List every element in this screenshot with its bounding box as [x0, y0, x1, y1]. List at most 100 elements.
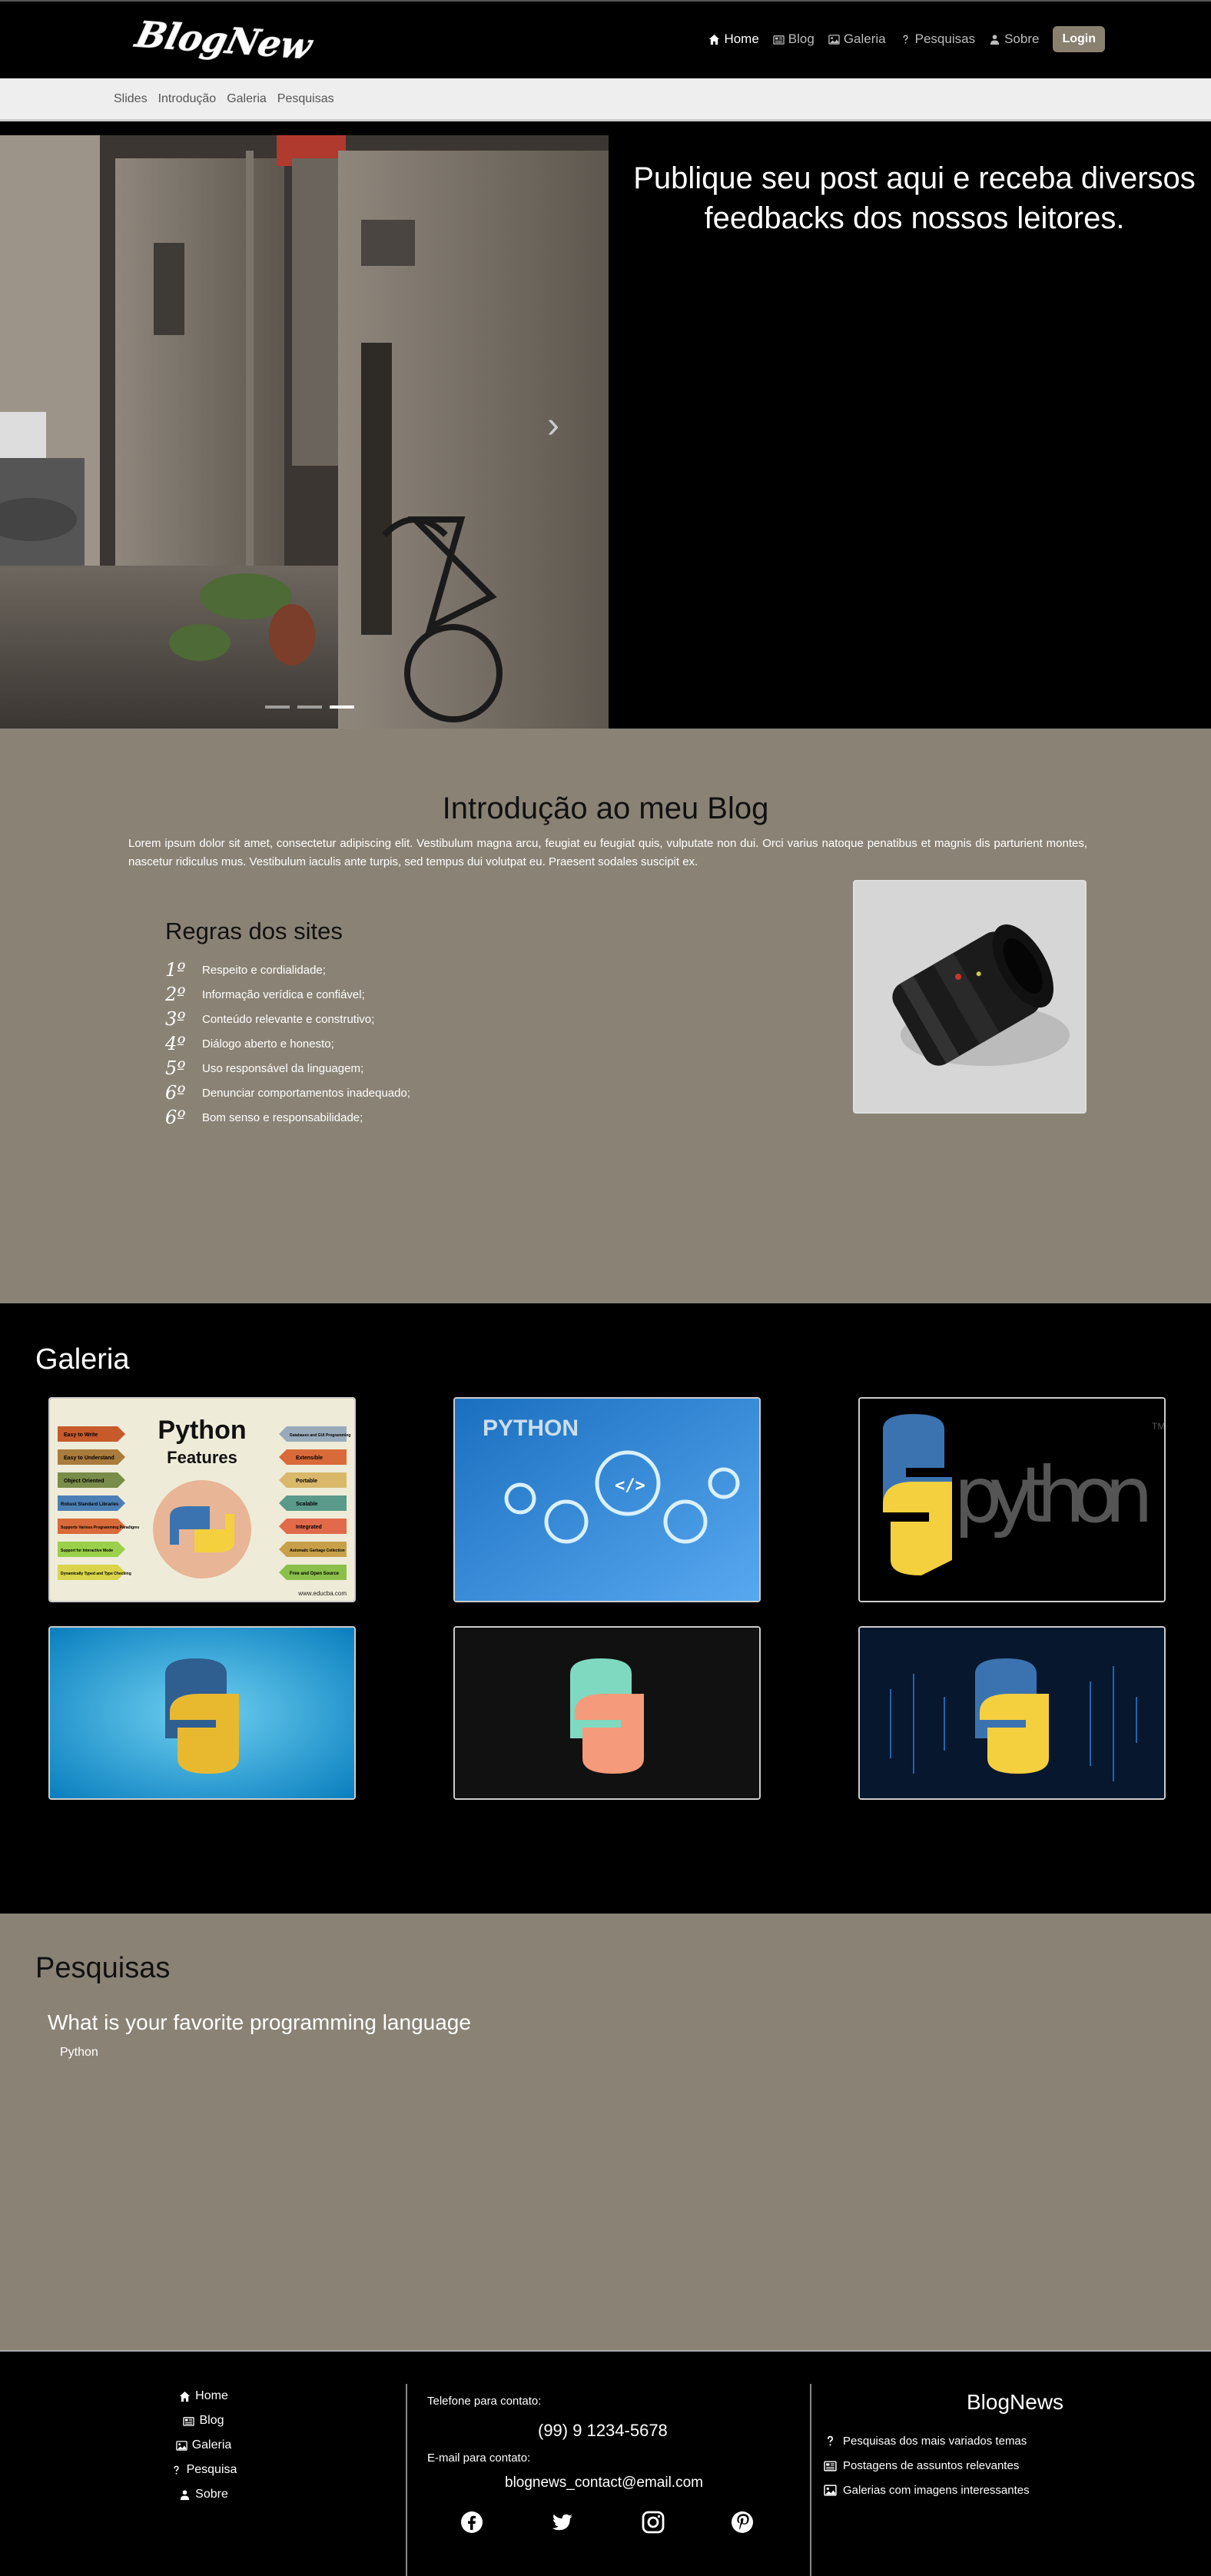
house-icon — [708, 34, 720, 45]
gallery-image-python-tech[interactable]: PYTHON </> — [453, 1397, 761, 1602]
gallery-image-python-digital[interactable] — [858, 1626, 1166, 1800]
footer-nav-label: Sobre — [195, 2488, 228, 2501]
rule-number: 1º — [165, 959, 186, 981]
feature-tag-left: Support for Interactive Mode — [61, 1549, 113, 1553]
logo-text: BlogNew — [132, 15, 318, 66]
feature-tag-right: Portable — [296, 1479, 317, 1484]
blognew-logo[interactable]: BlogNew — [132, 15, 324, 66]
nav-home[interactable]: Home — [708, 32, 759, 47]
question-icon — [824, 2435, 837, 2448]
rule-text: Conteúdo relevante e construtivo; — [202, 1012, 375, 1026]
footer-nav-sobre[interactable]: Sobre — [161, 2482, 246, 2507]
feature-tag-left: Dynamically Typed and Type Checking — [61, 1572, 131, 1576]
email-address[interactable]: blognews_contact@email.com — [505, 2475, 703, 2491]
footer-nav-home[interactable]: Home — [161, 2384, 246, 2408]
rule-item: 3º Conteúdo relevante e construtivo; — [165, 1007, 410, 1031]
footer-nav-label: Blog — [199, 2414, 224, 2427]
rule-text: Bom senso e responsabilidade; — [202, 1110, 363, 1124]
nav-sobre[interactable]: Sobre — [989, 32, 1039, 47]
person-icon — [179, 2489, 191, 2501]
footer-features: Pesquisas dos mais variados temas Postag… — [824, 2428, 1030, 2502]
facebook-icon[interactable] — [460, 2510, 484, 2535]
feature-tag-left: Robust Standard Libraries — [61, 1502, 119, 1507]
subnav-galeria[interactable]: Galeria — [227, 92, 267, 106]
phone-label: Telefone para contato: — [427, 2395, 542, 2408]
python-features-title: Python — [158, 1416, 246, 1445]
rules-title: Regras dos sites — [165, 918, 343, 944]
person-icon — [989, 34, 1000, 45]
carousel-indicator-2[interactable] — [297, 705, 322, 709]
rule-number: 5º — [165, 1057, 186, 1079]
intro-section: Introdução ao meu Blog Lorem ipsum dolor… — [0, 729, 1211, 1303]
trademark-mark: TM — [1152, 1421, 1164, 1432]
rule-item: 6º Bom senso e responsabilidade; — [165, 1105, 410, 1130]
twitter-icon[interactable] — [550, 2510, 575, 2535]
feature-tag-right: Databases and GUI Programming — [290, 1433, 350, 1438]
nav-home-label: Home — [724, 32, 759, 46]
rules-list: 1º Respeito e cordialidade; 2º Informação … — [165, 958, 410, 1130]
python-features-subtitle: Features — [167, 1448, 237, 1467]
footer-divider — [406, 2384, 407, 2576]
survey-option[interactable]: Python — [60, 2046, 98, 2060]
footer-nav-label: Home — [195, 2389, 228, 2402]
pinterest-icon[interactable] — [730, 2510, 755, 2535]
nav-blog[interactable]: Blog — [773, 32, 815, 47]
rule-number: 6º — [165, 1107, 186, 1128]
carousel-next-arrow[interactable]: › — [547, 404, 559, 446]
footer-nav-blog[interactable]: Blog — [161, 2408, 246, 2433]
carousel-indicators — [265, 705, 354, 709]
subnav-slides[interactable]: Slides — [114, 92, 148, 106]
house-icon — [179, 2391, 191, 2402]
rule-number: 3º — [165, 1008, 186, 1030]
nav-blog-label: Blog — [788, 32, 815, 46]
carousel-indicator-3[interactable] — [330, 705, 354, 709]
rule-text: Informação verídica e confiável; — [202, 988, 365, 1001]
rule-text: Diálogo aberto e honesto; — [202, 1037, 334, 1051]
question-icon — [171, 2465, 182, 2476]
python-wordmark: python — [954, 1450, 1153, 1540]
nav-sobre-label: Sobre — [1004, 32, 1040, 46]
carousel-indicator-1[interactable] — [265, 705, 290, 709]
feature-tag-right: Scalable — [296, 1502, 318, 1507]
rule-item: 4º Diálogo aberto e honesto; — [165, 1031, 410, 1056]
rule-number: 2º — [165, 984, 186, 1005]
rule-text: Uso responsável da linguagem; — [202, 1061, 364, 1075]
login-button[interactable]: Login — [1053, 26, 1105, 52]
gallery-image-python-blue[interactable] — [48, 1626, 356, 1800]
gallery-image-python-features[interactable]: Python Features Easy to Write Easy to Un… — [48, 1397, 356, 1602]
hero-carousel: Publique seu post aqui e receba diversos… — [0, 135, 1211, 742]
gallery-image-python-pastel[interactable] — [453, 1626, 761, 1800]
newspaper-icon — [824, 2459, 837, 2472]
footer-nav-pesquisa[interactable]: Pesquisa — [161, 2458, 246, 2482]
feature-tag-left: Supports Various Programming Paradigms — [61, 1525, 139, 1530]
subnav-introducao[interactable]: Introdução — [158, 92, 217, 106]
footer-nav: Home Blog Galeria Pesquisa Sobre — [161, 2384, 246, 2507]
feature-label: Postagens de assuntos relevantes — [843, 2458, 1020, 2472]
gallery-image-python-wordmark[interactable]: python TM — [858, 1397, 1166, 1602]
image-icon — [176, 2440, 187, 2452]
feature-tag-left: Easy to Write — [64, 1432, 98, 1438]
image-icon — [824, 2484, 837, 2497]
nav-galeria-label: Galeria — [843, 32, 886, 46]
footer-nav-label: Galeria — [191, 2438, 232, 2452]
intro-text: Lorem ipsum dolor sit amet, consectetur … — [128, 837, 1087, 868]
survey-section: Pesquisas What is your favorite programm… — [0, 1914, 1211, 2352]
image-credit: www.educba.com — [297, 1590, 347, 1597]
intro-title: Introdução ao meu Blog — [442, 792, 769, 825]
footer-nav-label: Pesquisa — [186, 2463, 237, 2476]
rule-item: 1º Respeito e cordialidade; — [165, 958, 410, 982]
subnav-pesquisas[interactable]: Pesquisas — [277, 92, 334, 106]
rule-item: 2º Informação verídica e confiável; — [165, 982, 410, 1007]
nav-galeria[interactable]: Galeria — [828, 32, 886, 47]
rule-text: Respeito e cordialidade; — [202, 963, 326, 977]
rule-text: Denunciar comportamentos inadequado; — [202, 1086, 411, 1100]
instagram-icon[interactable] — [641, 2510, 665, 2535]
camera-lens-image — [853, 880, 1087, 1114]
footer-brand: BlogNews — [967, 2390, 1064, 2414]
nav-pesquisas[interactable]: Pesquisas — [900, 32, 975, 47]
feature-item: Postagens de assuntos relevantes — [824, 2453, 1030, 2478]
newspaper-icon — [183, 2415, 194, 2427]
footer-nav-galeria[interactable]: Galeria — [161, 2433, 246, 2458]
gallery-section: Galeria Python Features Easy to Write Ea… — [0, 1303, 1211, 1914]
carousel-slide-image — [0, 135, 609, 729]
